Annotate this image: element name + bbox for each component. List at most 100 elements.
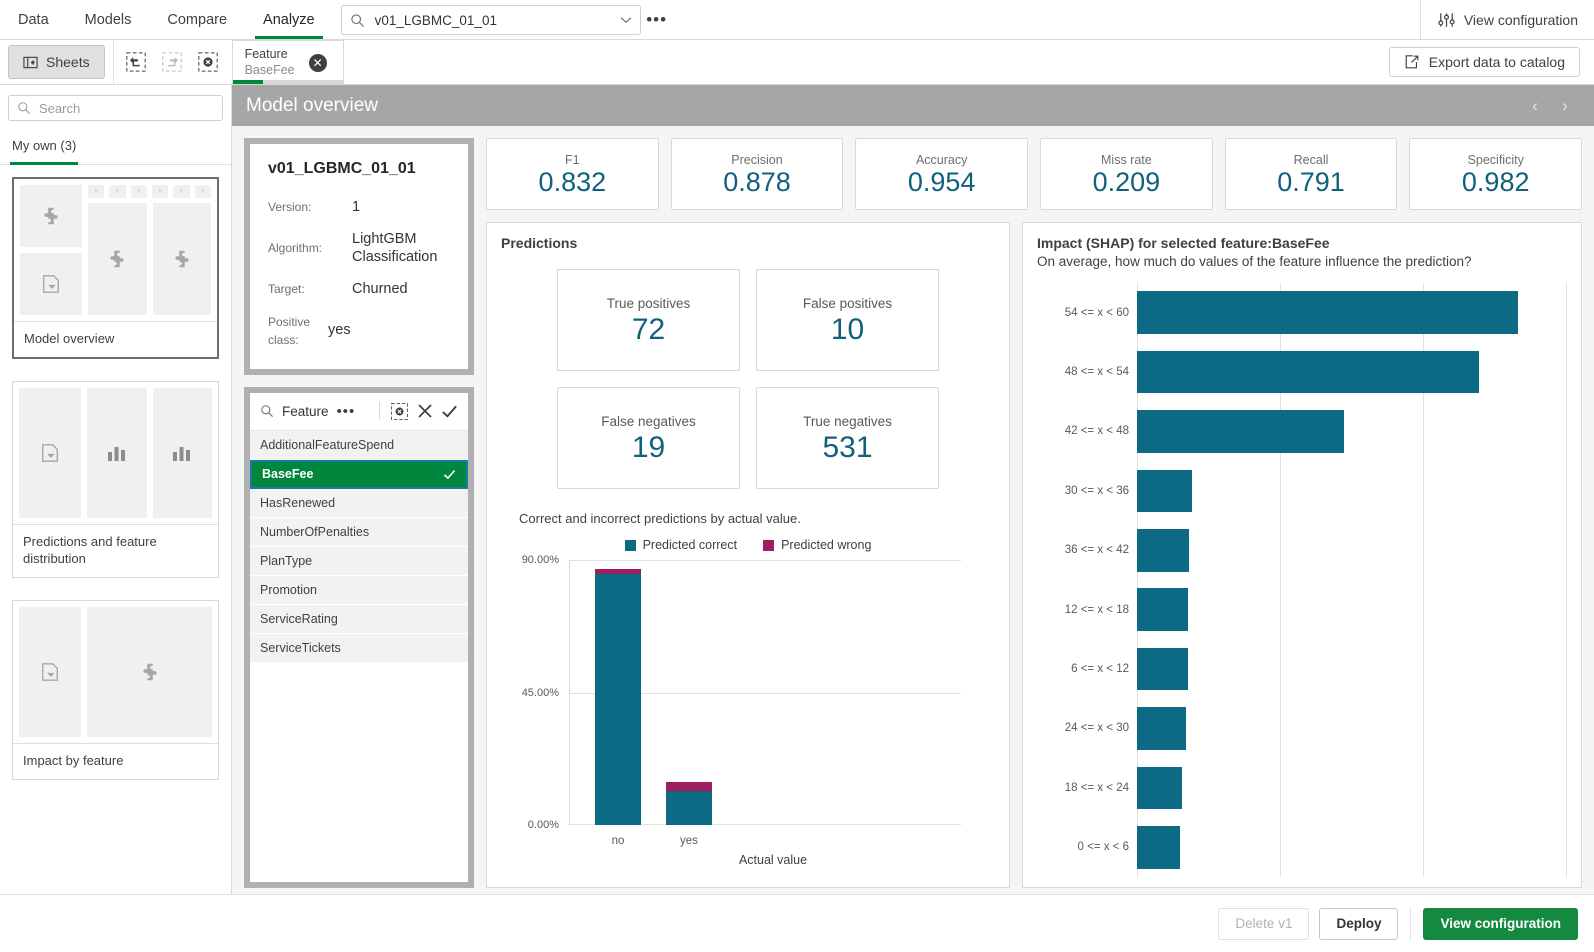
shap-row[interactable]: 0 <= x < 6 <box>1037 818 1567 877</box>
model-info-row: Version: 1 <box>268 198 450 216</box>
shap-bar[interactable] <box>1137 410 1344 453</box>
y-tick-label: 45.00% <box>522 687 559 699</box>
shap-bar[interactable] <box>1137 767 1182 810</box>
shap-bar[interactable] <box>1137 588 1188 631</box>
feature-item-promotion[interactable]: Promotion <box>250 576 468 605</box>
filter-pane-menu-icon[interactable]: ••• <box>337 403 356 420</box>
sheets-search-box[interactable] <box>8 95 223 121</box>
shap-bar[interactable] <box>1137 529 1189 572</box>
shap-track <box>1137 461 1567 520</box>
confirm-selection-icon[interactable] <box>441 403 458 420</box>
shap-row[interactable]: 42 <= x < 48 <box>1037 402 1567 461</box>
bar-group-no[interactable] <box>595 569 641 825</box>
nav-tab-analyze[interactable]: Analyze <box>245 0 333 39</box>
search-icon[interactable] <box>260 404 274 418</box>
kpi-recall[interactable]: Recall 0.791 <box>1225 138 1398 210</box>
clear-all-selections-button[interactable] <box>190 44 226 80</box>
legend-item-predicted-wrong[interactable]: Predicted wrong <box>763 538 871 552</box>
model-info-value: 1 <box>352 198 360 216</box>
sheet-card-model-overview[interactable]: ### ### Model overview <box>12 177 219 359</box>
cm-true-negatives[interactable]: True negatives 531 <box>756 387 939 489</box>
sheet-thumbnail <box>13 601 218 743</box>
shap-panel[interactable]: Impact (SHAP) for selected feature:BaseF… <box>1022 222 1582 888</box>
kpi-f1[interactable]: F1 0.832 <box>486 138 659 210</box>
cm-value: 19 <box>632 433 665 463</box>
shap-row[interactable]: 48 <= x < 54 <box>1037 342 1567 401</box>
shap-row[interactable]: 18 <= x < 24 <box>1037 758 1567 817</box>
nav-tab-data[interactable]: Data <box>0 0 67 39</box>
clear-selection-icon[interactable]: ✕ <box>309 54 327 72</box>
deploy-button[interactable]: Deploy <box>1319 908 1398 940</box>
kpi-value: 0.832 <box>539 169 607 196</box>
bar-group-yes[interactable] <box>666 782 712 825</box>
shap-bar[interactable] <box>1137 826 1180 869</box>
feature-item-servicerating[interactable]: ServiceRating <box>250 605 468 634</box>
active-selection-chip[interactable]: Feature BaseFee ✕ <box>232 40 344 84</box>
active-selection-labels: Feature BaseFee <box>245 47 295 78</box>
step-forward-button[interactable] <box>154 44 190 80</box>
shap-track <box>1137 342 1567 401</box>
previous-sheet-button[interactable]: ‹ <box>1520 96 1550 116</box>
legend-item-predicted-correct[interactable]: Predicted correct <box>625 538 737 552</box>
shap-plot-area: 54 <= x < 60 48 <= x < 54 <box>1037 283 1567 877</box>
feature-item-servicetickets[interactable]: ServiceTickets <box>250 634 468 663</box>
predictions-panel[interactable]: Predictions True positives 72 False posi… <box>486 222 1010 888</box>
shap-row[interactable]: 36 <= x < 42 <box>1037 521 1567 580</box>
view-configuration-button[interactable]: View configuration <box>1423 908 1578 940</box>
sheets-search-input[interactable] <box>39 101 215 116</box>
feature-item-plantype[interactable]: PlanType <box>250 547 468 576</box>
shap-bar[interactable] <box>1137 351 1479 394</box>
thumb-cell-filterpane <box>20 253 82 315</box>
view-configuration-top-button[interactable]: View configuration <box>1420 0 1594 39</box>
feature-item-additionalfeaturespend[interactable]: AdditionalFeatureSpend <box>250 431 468 460</box>
kpi-miss-rate[interactable]: Miss rate 0.209 <box>1040 138 1213 210</box>
shap-row[interactable]: 54 <= x < 60 <box>1037 283 1567 342</box>
cm-true-positives[interactable]: True positives 72 <box>557 269 740 371</box>
shap-bar[interactable] <box>1137 648 1188 691</box>
shap-bar[interactable] <box>1137 707 1186 750</box>
sheet-card-predictions-and-feature-distribution[interactable]: Predictions and feature distribution <box>12 381 219 578</box>
nav-tab-compare[interactable]: Compare <box>149 0 245 39</box>
sheet-card-impact-by-feature[interactable]: Impact by feature <box>12 600 219 780</box>
shap-row[interactable]: 30 <= x < 36 <box>1037 461 1567 520</box>
clear-selection-icon[interactable] <box>390 402 409 421</box>
next-sheet-button[interactable]: › <box>1550 96 1580 116</box>
kpi-precision[interactable]: Precision 0.878 <box>671 138 844 210</box>
model-search-input[interactable] <box>375 13 614 28</box>
cancel-selection-icon[interactable] <box>417 403 433 419</box>
step-back-button[interactable] <box>118 44 154 80</box>
model-info-card[interactable]: v01_LGBMC_01_01 Version: 1 Algorithm: Li… <box>244 138 474 375</box>
bar-segment-correct[interactable] <box>666 791 712 825</box>
cm-false-positives[interactable]: False positives 10 <box>756 269 939 371</box>
puzzle-icon <box>171 248 193 270</box>
shap-row[interactable]: 6 <= x < 12 <box>1037 639 1567 698</box>
sheets-button[interactable]: Sheets <box>8 45 105 79</box>
model-search-box[interactable] <box>341 5 641 35</box>
shap-row[interactable]: 24 <= x < 30 <box>1037 699 1567 758</box>
bar-segment-wrong[interactable] <box>595 569 641 574</box>
kpi-label: Accuracy <box>916 153 967 167</box>
tab-my-own[interactable]: My own (3) <box>10 128 78 165</box>
cm-false-negatives[interactable]: False negatives 19 <box>557 387 740 489</box>
shap-row[interactable]: 12 <= x < 18 <box>1037 580 1567 639</box>
model-info-value: Churned <box>352 280 408 298</box>
feature-item-hasrenewed[interactable]: HasRenewed <box>250 489 468 518</box>
predictions-bar-chart[interactable]: Correct and incorrect predictions by act… <box>501 495 995 875</box>
delete-version-button[interactable]: Delete v1 <box>1218 908 1309 940</box>
shap-bar[interactable] <box>1137 291 1518 334</box>
export-data-to-catalog-button[interactable]: Export data to catalog <box>1389 47 1580 77</box>
feature-item-numberofpenalties[interactable]: NumberOfPenalties <box>250 518 468 547</box>
feature-filter-pane[interactable]: Feature ••• <box>244 387 474 889</box>
bar-segment-correct[interactable] <box>595 574 641 825</box>
feature-item-label: PlanType <box>260 554 312 568</box>
feature-item-label: Promotion <box>260 583 317 597</box>
shap-bar[interactable] <box>1137 470 1192 513</box>
more-options-button[interactable]: ••• <box>641 0 673 39</box>
nav-tab-models[interactable]: Models <box>67 0 150 39</box>
chevron-down-icon[interactable] <box>620 16 632 24</box>
kpi-accuracy[interactable]: Accuracy 0.954 <box>855 138 1028 210</box>
kpi-specificity[interactable]: Specificity 0.982 <box>1409 138 1582 210</box>
bar-segment-wrong[interactable] <box>666 782 712 791</box>
feature-item-basefee[interactable]: BaseFee <box>250 460 468 489</box>
feature-item-label: NumberOfPenalties <box>260 525 369 539</box>
